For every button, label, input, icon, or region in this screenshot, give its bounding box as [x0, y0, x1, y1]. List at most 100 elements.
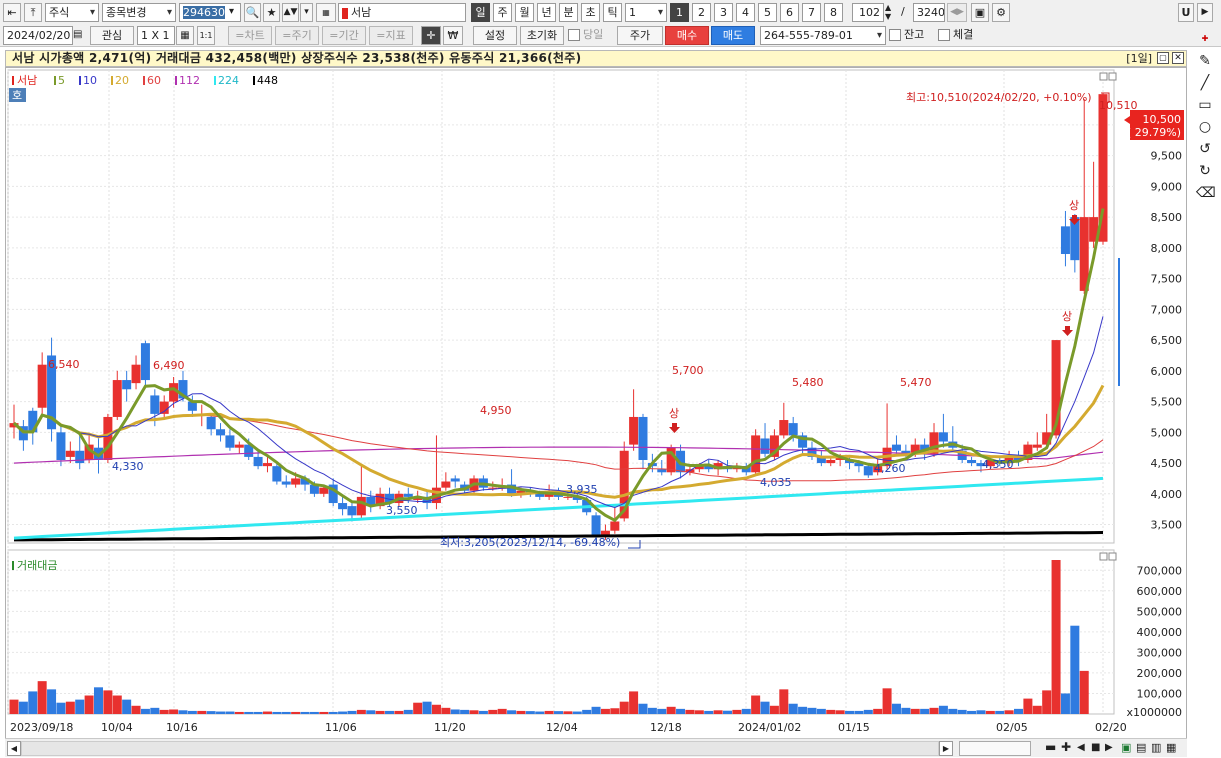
collapse-icon[interactable]: ▶ [1197, 3, 1213, 22]
volume-bar[interactable] [629, 691, 639, 714]
candle-body[interactable] [403, 493, 413, 497]
candle-body[interactable] [103, 416, 113, 460]
volume-panel-close-icon[interactable] [1108, 552, 1117, 561]
period-month[interactable]: 월 [515, 3, 534, 22]
volume-bar[interactable] [112, 695, 122, 714]
volume-bar[interactable] [1023, 698, 1033, 714]
volume-bar[interactable] [338, 711, 348, 714]
volume-bar[interactable] [572, 711, 582, 714]
grid-layout-icon[interactable]: ▦ [176, 26, 194, 45]
volume-bar[interactable] [544, 710, 554, 714]
volume-bar[interactable] [713, 710, 723, 714]
volume-bar[interactable] [863, 709, 873, 714]
volume-bar[interactable] [591, 706, 601, 714]
volume-bar[interactable] [525, 711, 535, 714]
candle-body[interactable] [216, 429, 226, 436]
zoom-in-icon[interactable]: ✚ [1061, 740, 1071, 755]
pin-icon[interactable]: ⇤ [3, 3, 21, 22]
volume-bar[interactable] [469, 710, 479, 714]
candle-body[interactable] [234, 444, 244, 448]
candle-body[interactable] [262, 463, 272, 467]
volume-bar[interactable] [910, 708, 920, 714]
tool-icon[interactable]: ✚ [1196, 30, 1214, 48]
price-panel-close-icon[interactable] [1108, 72, 1117, 81]
candle-body[interactable] [591, 515, 601, 537]
volume-bar[interactable] [488, 709, 498, 714]
volume-bar[interactable] [93, 687, 103, 714]
interval-select[interactable]: 1 [625, 3, 667, 22]
candle-body[interactable] [281, 481, 291, 485]
volume-bar[interactable] [28, 691, 38, 714]
volume-bar[interactable] [225, 711, 235, 714]
volume-bar[interactable] [976, 710, 986, 714]
volume-bar[interactable] [769, 705, 779, 714]
cycle-button[interactable]: =주기 [275, 26, 319, 45]
save-icon[interactable]: ▣ [971, 3, 989, 22]
price-panel-min-icon[interactable] [1099, 72, 1108, 81]
candle-body[interactable] [253, 456, 263, 467]
volume-bar[interactable] [676, 708, 686, 714]
circle-icon[interactable]: ○ [1196, 118, 1214, 136]
volume-bar[interactable] [169, 709, 179, 714]
volume-bar[interactable] [75, 699, 85, 714]
code-dropdown-icon[interactable]: ▾ [229, 3, 241, 22]
volume-bar[interactable] [422, 701, 432, 714]
volume-bar[interactable] [347, 710, 357, 714]
page-5-button[interactable]: 5 [758, 3, 777, 22]
scroll-track[interactable] [21, 741, 939, 756]
buy-button[interactable]: 매수 [665, 26, 709, 45]
price-button[interactable]: 주가 [617, 26, 663, 45]
volume-bar[interactable] [1042, 690, 1052, 714]
volume-bar[interactable] [948, 708, 958, 714]
candle-body[interactable] [610, 521, 620, 531]
candle-body[interactable] [629, 416, 639, 445]
next-icon[interactable]: ▶ [1105, 740, 1113, 755]
volume-bar[interactable] [610, 708, 620, 714]
volume-bar[interactable] [1004, 710, 1014, 714]
market-select[interactable]: 주식 [45, 3, 99, 22]
u-button[interactable]: U [1178, 3, 1194, 22]
volume-bar[interactable] [356, 709, 366, 714]
date-input[interactable]: 2024/02/20 [3, 26, 73, 45]
volume-bar[interactable] [704, 710, 714, 714]
zoom-icon[interactable]: ◀▶ [947, 3, 967, 22]
grid-toggle-icon[interactable]: ▦ [1166, 740, 1176, 755]
period-tick[interactable]: 틱 [603, 3, 622, 22]
sell-button[interactable]: 매도 [711, 26, 755, 45]
volume-bar[interactable] [638, 703, 648, 714]
volume-bar[interactable] [779, 689, 789, 714]
volume-bar[interactable] [882, 688, 892, 714]
line-icon[interactable]: ╱ [1196, 74, 1214, 92]
volume-bar[interactable] [375, 710, 385, 714]
volume-bar[interactable] [619, 701, 629, 714]
volume-bar[interactable] [65, 701, 75, 714]
volume-bar[interactable] [873, 708, 883, 714]
candle-body[interactable] [450, 478, 460, 482]
price-volume-chart[interactable]: 2023/09/18 10/04 10/16 11/06 11/20 12/04 12/18… [6, 68, 1186, 738]
volume-bar[interactable] [140, 708, 150, 714]
volume-bar[interactable] [967, 710, 977, 714]
search-icon[interactable]: 🔍 [244, 3, 261, 22]
candle-body[interactable] [272, 466, 282, 482]
candle-body[interactable] [65, 450, 75, 457]
period-week[interactable]: 주 [493, 3, 512, 22]
volume-bar[interactable] [891, 703, 901, 714]
volume-bar[interactable] [845, 710, 855, 714]
volume-bar[interactable] [816, 708, 826, 714]
volume-bar[interactable] [431, 704, 441, 714]
volume-bar[interactable] [37, 681, 47, 714]
volume-bar[interactable] [507, 710, 517, 714]
updown-icon[interactable]: ▲▼ [282, 3, 299, 22]
candle-body[interactable] [347, 506, 357, 516]
save-chart-icon[interactable]: ▥ [1151, 740, 1161, 755]
candle-body[interactable] [1060, 226, 1070, 255]
candle-body[interactable] [891, 444, 901, 451]
chart-container[interactable]: 2023/09/18 10/04 10/16 11/06 11/20 12/04 12/18… [5, 67, 1187, 739]
volume-bar[interactable] [938, 705, 948, 714]
count-input[interactable]: 102 [852, 3, 884, 22]
volume-bar[interactable] [413, 702, 423, 714]
volume-bar[interactable] [657, 708, 667, 714]
candle-body[interactable] [150, 395, 160, 414]
volume-bar[interactable] [450, 709, 460, 714]
volume-bar[interactable] [253, 711, 263, 714]
